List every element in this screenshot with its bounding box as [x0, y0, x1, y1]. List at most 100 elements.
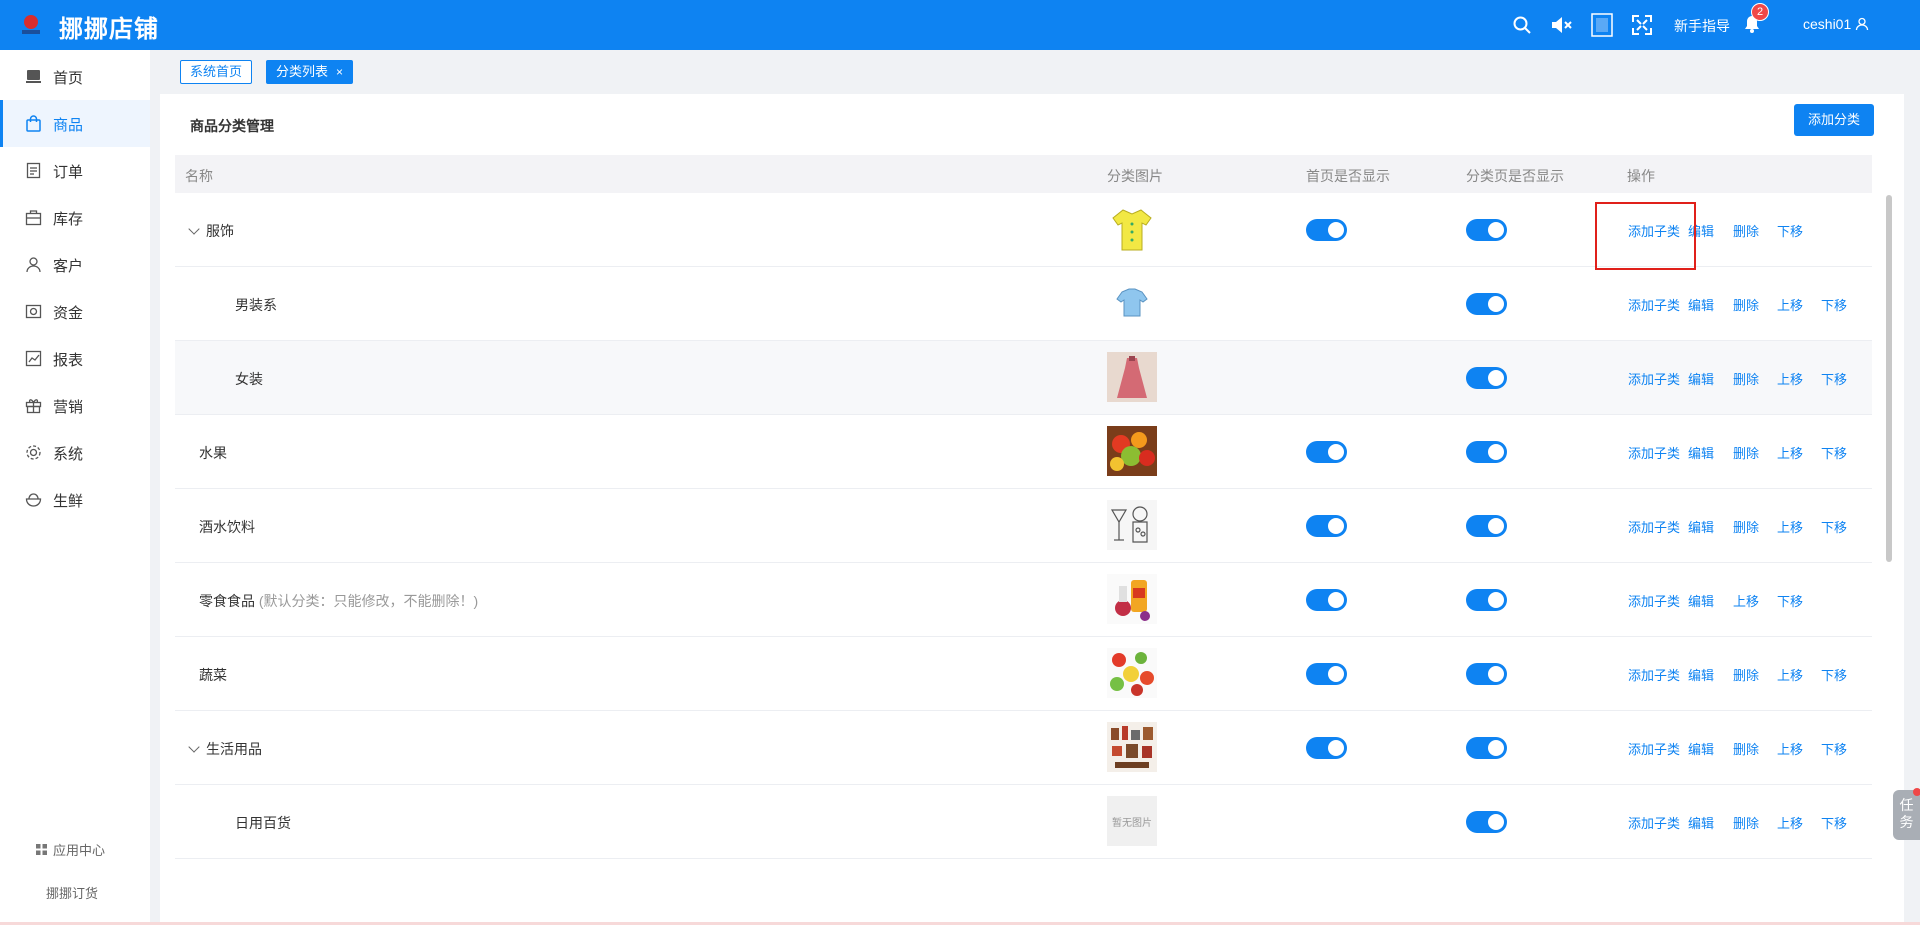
move-down-link[interactable]: 下移 — [1821, 443, 1847, 462]
guide-link[interactable]: 新手指导 — [1674, 16, 1730, 36]
edit-link[interactable]: 编辑 — [1688, 295, 1714, 314]
edit-link[interactable]: 编辑 — [1688, 739, 1714, 758]
document-icon — [26, 162, 41, 179]
add-child-link[interactable]: 添加子类 — [1628, 665, 1680, 684]
move-down-link[interactable]: 下移 — [1821, 295, 1847, 314]
fullscreen-icon[interactable] — [1630, 13, 1654, 37]
delete-link[interactable]: 删除 — [1733, 295, 1759, 314]
home-show-toggle[interactable] — [1306, 737, 1347, 759]
edit-link[interactable]: 编辑 — [1688, 665, 1714, 684]
home-show-toggle[interactable] — [1306, 663, 1347, 685]
category-show-toggle[interactable] — [1466, 811, 1507, 833]
app-center-link[interactable]: 应用中心 — [36, 840, 105, 859]
move-down-link[interactable]: 下移 — [1821, 739, 1847, 758]
category-name: 女装 — [235, 371, 263, 387]
user-icon — [26, 257, 41, 273]
add-child-link[interactable]: 添加子类 — [1628, 813, 1680, 832]
move-down-link[interactable]: 下移 — [1821, 813, 1847, 832]
screen-icon[interactable] — [1590, 13, 1614, 37]
home-show-toggle[interactable] — [1306, 441, 1347, 463]
delete-link[interactable]: 删除 — [1733, 813, 1759, 832]
order-app-link[interactable]: 挪挪订货 — [46, 883, 98, 902]
sidebar-item-goods[interactable]: 商品 — [0, 100, 150, 147]
add-child-link[interactable]: 添加子类 — [1628, 517, 1680, 536]
sidebar-item-orders[interactable]: 订单 — [0, 147, 150, 194]
edit-link[interactable]: 编辑 — [1688, 443, 1714, 462]
mute-icon[interactable] — [1550, 13, 1574, 37]
move-up-link[interactable]: 上移 — [1777, 443, 1803, 462]
delete-link[interactable]: 删除 — [1733, 221, 1759, 240]
add-category-button[interactable]: 添加分类 — [1794, 104, 1874, 136]
sidebar-item-stock[interactable]: 库存 — [0, 194, 150, 241]
move-up-link[interactable]: 上移 — [1777, 517, 1803, 536]
category-show-toggle[interactable] — [1466, 589, 1507, 611]
delete-link[interactable]: 删除 — [1733, 517, 1759, 536]
move-up-link[interactable]: 上移 — [1733, 591, 1759, 610]
home-show-toggle[interactable] — [1306, 515, 1347, 537]
chart-icon — [25, 350, 42, 367]
add-child-link[interactable]: 添加子类 — [1628, 221, 1680, 240]
move-down-link[interactable]: 下移 — [1777, 591, 1803, 610]
user-icon — [1856, 17, 1869, 31]
move-up-link[interactable]: 上移 — [1777, 813, 1803, 832]
add-child-link[interactable]: 添加子类 — [1628, 369, 1680, 388]
table-header: 名称 分类图片 首页是否显示 分类页是否显示 操作 — [175, 155, 1872, 193]
edit-link[interactable]: 编辑 — [1688, 813, 1714, 832]
home-show-toggle[interactable] — [1306, 219, 1347, 241]
sidebar-item-marketing[interactable]: 营销 — [0, 382, 150, 429]
no-image-placeholder: 暂无图片 — [1107, 796, 1157, 846]
category-image — [1107, 574, 1157, 624]
sidebar-item-customer[interactable]: 客户 — [0, 241, 150, 288]
edit-link[interactable]: 编辑 — [1688, 369, 1714, 388]
scrollbar[interactable] — [1886, 195, 1892, 562]
category-show-toggle[interactable] — [1466, 293, 1507, 315]
tag-home[interactable]: 系统首页 — [180, 60, 253, 84]
add-child-link[interactable]: 添加子类 — [1628, 739, 1680, 758]
content-card: 商品分类管理 添加分类 名称 分类图片 首页是否显示 分类页是否显示 操作 服饰… — [160, 94, 1904, 925]
sidebar-item-home[interactable]: 首页 — [0, 53, 150, 100]
move-down-link[interactable]: 下移 — [1777, 221, 1803, 240]
category-show-toggle[interactable] — [1466, 515, 1507, 537]
edit-link[interactable]: 编辑 — [1688, 591, 1714, 610]
category-show-toggle[interactable] — [1466, 737, 1507, 759]
close-icon[interactable]: × — [336, 65, 343, 79]
edit-link[interactable]: 编辑 — [1688, 517, 1714, 536]
sidebar-item-fresh[interactable]: 生鲜 — [0, 476, 150, 523]
delete-link[interactable]: 删除 — [1733, 369, 1759, 388]
user-menu[interactable]: ceshi01 — [1803, 16, 1869, 32]
add-child-link[interactable]: 添加子类 — [1628, 443, 1680, 462]
category-show-toggle[interactable] — [1466, 441, 1507, 463]
move-down-link[interactable]: 下移 — [1821, 665, 1847, 684]
tag-label: 分类列表 — [276, 64, 329, 79]
category-show-toggle[interactable] — [1466, 219, 1507, 241]
sidebar-item-report[interactable]: 报表 — [0, 335, 150, 382]
column-image: 分类图片 — [1107, 168, 1163, 184]
delete-link[interactable]: 删除 — [1733, 665, 1759, 684]
chevron-down-icon[interactable] — [188, 741, 200, 753]
add-child-link[interactable]: 添加子类 — [1628, 295, 1680, 314]
sidebar-item-funds[interactable]: 资金 — [0, 288, 150, 335]
move-up-link[interactable]: 上移 — [1777, 739, 1803, 758]
edit-link[interactable]: 编辑 — [1688, 221, 1714, 240]
move-down-link[interactable]: 下移 — [1821, 369, 1847, 388]
notification-badge: 2 — [1751, 3, 1769, 21]
table-row: 蔬菜 添加子类 编辑 删除 上移 下移 — [175, 637, 1872, 711]
search-icon[interactable] — [1510, 13, 1534, 37]
home-show-toggle[interactable] — [1306, 589, 1347, 611]
category-show-toggle[interactable] — [1466, 663, 1507, 685]
tag-category-list[interactable]: 分类列表 × — [266, 60, 354, 84]
category-show-toggle[interactable] — [1466, 367, 1507, 389]
wallet-icon — [25, 304, 42, 319]
add-child-link[interactable]: 添加子类 — [1628, 591, 1680, 610]
move-down-link[interactable]: 下移 — [1821, 517, 1847, 536]
gift-icon — [25, 399, 42, 414]
move-up-link[interactable]: 上移 — [1777, 369, 1803, 388]
move-up-link[interactable]: 上移 — [1777, 665, 1803, 684]
delete-link[interactable]: 删除 — [1733, 739, 1759, 758]
task-widget[interactable]: 任务 — [1893, 790, 1920, 840]
chevron-down-icon[interactable] — [188, 223, 200, 235]
sidebar-item-label: 订单 — [53, 164, 84, 181]
delete-link[interactable]: 删除 — [1733, 443, 1759, 462]
move-up-link[interactable]: 上移 — [1777, 295, 1803, 314]
sidebar-item-system[interactable]: 系统 — [0, 429, 150, 476]
